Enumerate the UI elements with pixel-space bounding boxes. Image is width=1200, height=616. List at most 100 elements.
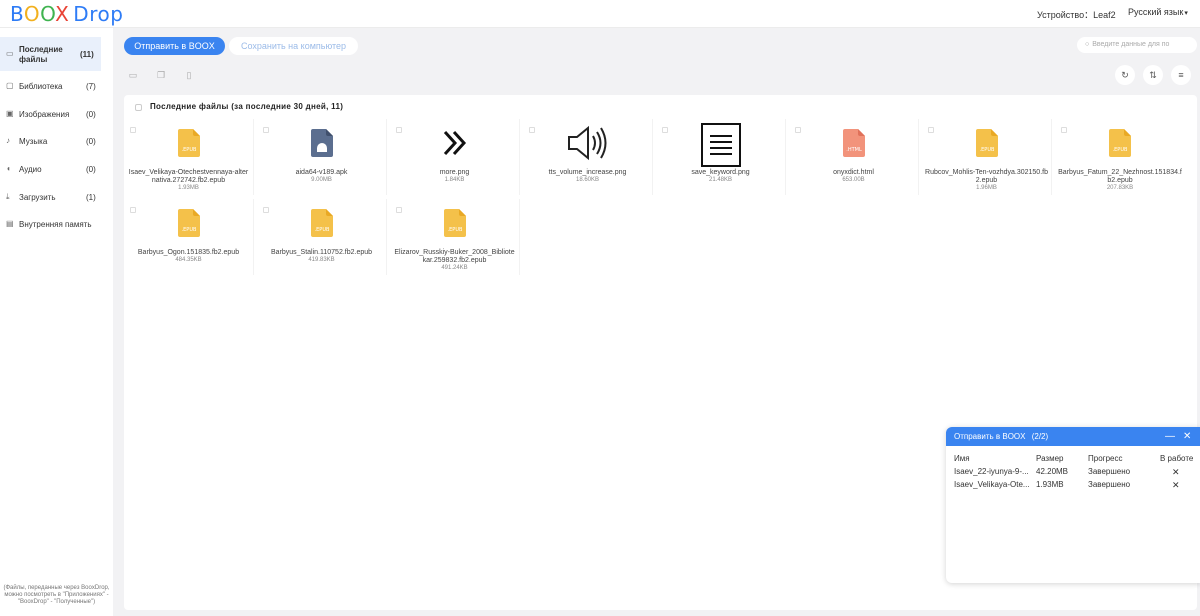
file-tile[interactable]: more.png 1.84KB	[390, 119, 520, 195]
file-checkbox[interactable]	[928, 127, 934, 133]
transfer-file-name: Isaev_22-iyunya-9-...	[954, 467, 1029, 476]
file-checkbox[interactable]	[396, 127, 402, 133]
html-file-icon: .HTML	[842, 129, 865, 157]
file-checkbox[interactable]	[529, 127, 535, 133]
refresh-icon[interactable]: ↻	[1115, 65, 1135, 85]
sidebar-item-count: (1)	[86, 193, 96, 202]
document-icon	[700, 123, 741, 167]
transfer-file-size: 42.20MB	[1036, 467, 1069, 476]
epub-icon: .EPUB	[1109, 129, 1131, 157]
send-to-boox-button[interactable]: Отправить в BOOX	[124, 37, 225, 55]
app-header: BOOX Drop Устройство：Leaf2 Русский язык▾	[0, 0, 1200, 28]
sidebar-item-internal-storage[interactable]: ▤ Внутренняя память	[0, 215, 113, 235]
delete-icon[interactable]: ▯	[183, 69, 195, 81]
column-header-name: Имя	[954, 454, 970, 463]
list-view-icon[interactable]: ≡	[1171, 65, 1191, 85]
file-size: 491.24KB	[441, 265, 468, 271]
file-tile[interactable]: .EPUB Rubcov_Mohlis-Ten-vozhdya.302150.f…	[922, 119, 1052, 195]
close-icon[interactable]: ✕	[1183, 427, 1191, 446]
remove-icon[interactable]: ✕	[1172, 467, 1180, 478]
transfer-title: Отправить в BOOX	[954, 432, 1026, 441]
file-tile[interactable]: .EPUB Barbyus_Stalin.110752.fb2.epub 419…	[257, 199, 387, 275]
sidebar-item-recent[interactable]: ▭ Последние файлы (11)	[0, 37, 101, 71]
search-input[interactable]: ○ Введите данные для по	[1077, 37, 1197, 53]
file-checkbox[interactable]	[263, 207, 269, 213]
file-size: 653.00B	[842, 177, 865, 183]
transfer-row: Isaev_Velikaya-Ote... 1.93MB Завершено ✕	[946, 480, 1200, 492]
sidebar-item-label: Библиотека	[19, 82, 63, 91]
epub-icon: .EPUB	[443, 209, 466, 237]
folder-icon[interactable]: ▭	[127, 69, 139, 81]
file-checkbox[interactable]	[396, 207, 402, 213]
file-name: Rubcov_Mohlis-Ten-vozhdya.302150.fb2.epu…	[925, 169, 1048, 184]
logo-letter: B	[10, 2, 24, 26]
file-tile[interactable]: .EPUB Barbyus_Ogon.151835.fb2.epub 484.3…	[124, 199, 254, 275]
svg-text:.EPUB: .EPUB	[1113, 147, 1128, 153]
sidebar-item-count: (0)	[86, 165, 96, 174]
file-size: 419.83KB	[308, 257, 335, 263]
file-checkbox[interactable]	[1061, 127, 1067, 133]
epub-icon: .EPUB	[310, 209, 333, 237]
file-name: onyxdict.html	[833, 169, 874, 176]
sidebar-note: (Файлы, переданные через BooxDrop, можно…	[3, 585, 110, 605]
remove-icon[interactable]: ✕	[1172, 480, 1180, 491]
file-name: more.png	[439, 169, 470, 176]
clock-icon: ▭	[6, 49, 14, 58]
android-icon	[310, 129, 333, 157]
svg-text:.EPUB: .EPUB	[447, 227, 462, 233]
select-all-checkbox[interactable]	[135, 104, 142, 111]
sidebar-item-count: (11)	[80, 50, 94, 59]
file-name: Barbyus_Ogon.151835.fb2.epub	[137, 249, 240, 256]
svg-text:.EPUB: .EPUB	[979, 147, 994, 153]
sidebar-item-audio[interactable]: ◖ Аудио (0)	[0, 160, 113, 180]
language-label: Русский язык	[1128, 7, 1184, 17]
file-checkbox[interactable]	[130, 207, 136, 213]
sidebar-item-label: Загрузить	[19, 193, 56, 202]
file-size: 18.60KB	[575, 177, 600, 183]
file-size: 207.83KB	[1106, 185, 1134, 191]
sidebar-item-label: Последние файлы	[19, 45, 63, 64]
minimize-icon[interactable]: —	[1165, 427, 1175, 446]
boox-drop-logo[interactable]: BOOX Drop	[10, 2, 123, 26]
transfer-progress: Завершено	[1088, 480, 1131, 489]
volume-icon	[567, 125, 606, 161]
file-tile[interactable]: .EPUB Barbyus_Fatum_22_Nezhnost.151834.f…	[1055, 119, 1185, 195]
svg-text:.HTML: .HTML	[846, 147, 862, 153]
transfer-popup-header: Отправить в BOOX (2/2) — ✕	[946, 427, 1200, 446]
file-checkbox[interactable]	[130, 127, 136, 133]
save-to-computer-button[interactable]: Сохранить на компьютер	[229, 37, 358, 55]
copy-icon[interactable]: ❐	[155, 69, 167, 81]
svg-text:.EPUB: .EPUB	[181, 147, 196, 153]
svg-text:.EPUB: .EPUB	[181, 227, 196, 233]
file-name: Barbyus_Fatum_22_Nezhnost.151834.fb2.epu…	[1058, 169, 1182, 184]
sidebar-item-music[interactable]: ♪ Музыка (0)	[0, 132, 113, 152]
language-selector[interactable]: Русский язык▾	[1128, 7, 1188, 17]
file-tile[interactable]: .HTML onyxdict.html 653.00B	[789, 119, 919, 195]
sort-icon[interactable]: ⇅	[1143, 65, 1163, 85]
sidebar-item-count: (7)	[86, 82, 96, 91]
file-checkbox[interactable]	[662, 127, 668, 133]
file-tile[interactable]: save_keyword.png 21.48KB	[656, 119, 786, 195]
sidebar-item-download[interactable]: ⤓ Загрузить (1)	[0, 188, 113, 208]
logo-letter: O	[23, 2, 41, 26]
book-icon: ▢	[6, 81, 14, 90]
transfer-popup: Отправить в BOOX (2/2) — ✕ Имя Размер Пр…	[946, 427, 1200, 583]
download-icon: ⤓	[6, 192, 10, 201]
sidebar-item-images[interactable]: ▣ Изображения (0)	[0, 105, 113, 125]
svg-text:.EPUB: .EPUB	[314, 227, 329, 233]
sidebar-item-label: Аудио	[19, 165, 42, 174]
file-tile[interactable]: tts_volume_increase.png 18.60KB	[523, 119, 653, 195]
file-checkbox[interactable]	[263, 127, 269, 133]
transfer-row: Isaev_22-iyunya-9-... 42.20MB Завершено …	[946, 467, 1200, 479]
logo-letter: X	[55, 2, 70, 26]
file-checkbox[interactable]	[795, 127, 801, 133]
transfer-count: (2/2)	[1031, 432, 1049, 441]
epub-icon: .EPUB	[177, 129, 200, 157]
transfer-file-size: 1.93MB	[1036, 480, 1064, 489]
file-tile[interactable]: aida64-v189.apk 9.00MB	[257, 119, 387, 195]
sidebar-item-library[interactable]: ▢ Библиотека (7)	[0, 77, 113, 97]
file-tile[interactable]: .EPUB Elizarov_Russkiy-Buker_2008_Biblio…	[390, 199, 520, 275]
audio-icon: ◖	[6, 164, 11, 173]
file-tile[interactable]: .EPUB Isaev_Velikaya-Otechestvennaya-alt…	[124, 119, 254, 195]
file-size: 484.35KB	[175, 257, 202, 263]
